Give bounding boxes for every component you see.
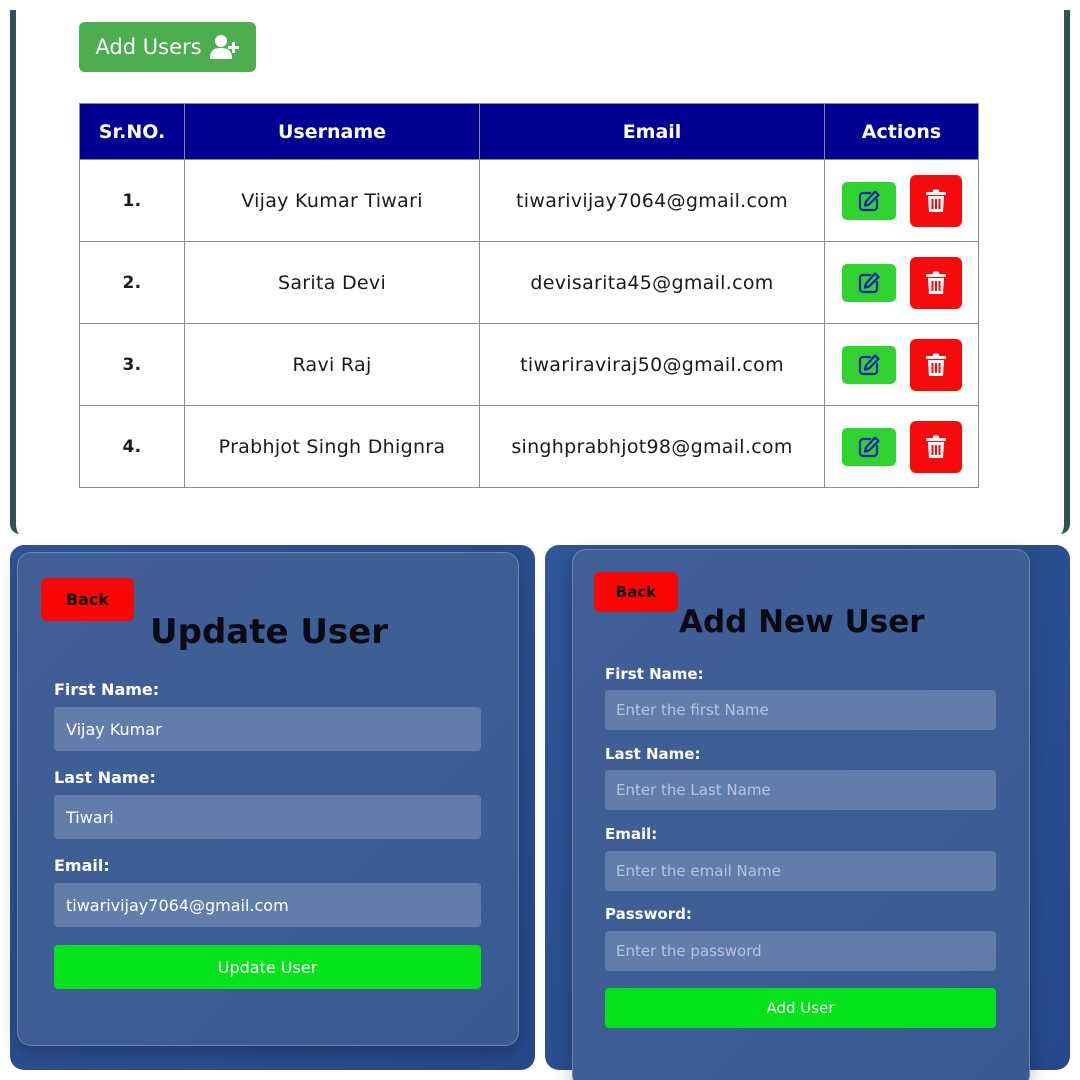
- row-actions: [824, 323, 979, 406]
- add-email-label: Email:: [605, 825, 658, 843]
- trash-icon: [925, 271, 946, 294]
- update-back-button[interactable]: Back: [41, 578, 134, 621]
- edit-button[interactable]: [841, 181, 896, 220]
- update-first-name-field[interactable]: [54, 707, 481, 751]
- add-user-button[interactable]: Add User: [605, 988, 996, 1028]
- update-form-title: Update User: [150, 612, 389, 652]
- row-actions: [824, 241, 979, 324]
- trash-icon: [925, 189, 946, 212]
- table-row: 3. Ravi Raj tiwariraviraj50@gmail.com: [79, 323, 979, 406]
- column-header-username: Username: [184, 103, 480, 160]
- row-number: 2.: [79, 241, 185, 324]
- row-username: Sarita Devi: [184, 241, 480, 324]
- column-header-srno: Sr.NO.: [79, 103, 185, 160]
- update-first-name-label: First Name:: [54, 680, 160, 699]
- edit-button[interactable]: [841, 427, 896, 466]
- add-last-name-label: Last Name:: [605, 745, 701, 763]
- users-table: Sr.NO. Username Email Actions 1. Vijay K…: [79, 103, 979, 488]
- row-number: 1.: [79, 159, 185, 242]
- add-email-field[interactable]: [605, 851, 996, 891]
- row-email: singhprabhjot98@gmail.com: [479, 405, 825, 488]
- user-plus-icon: [209, 35, 239, 59]
- add-users-button[interactable]: Add Users: [79, 22, 256, 72]
- column-header-email: Email: [479, 103, 825, 160]
- row-email: devisarita45@gmail.com: [479, 241, 825, 324]
- delete-button[interactable]: [909, 256, 962, 309]
- edit-icon: [858, 435, 880, 457]
- row-username: Vijay Kumar Tiwari: [184, 159, 480, 242]
- table-row: 1. Vijay Kumar Tiwari tiwarivijay7064@gm…: [79, 159, 979, 242]
- add-user-button-label: Add User: [766, 999, 835, 1017]
- table-row: 2. Sarita Devi devisarita45@gmail.com: [79, 241, 979, 324]
- edit-icon: [858, 271, 880, 293]
- delete-button[interactable]: [909, 174, 962, 227]
- delete-button[interactable]: [909, 338, 962, 391]
- edit-icon: [858, 189, 880, 211]
- add-back-label: Back: [615, 583, 657, 601]
- row-number: 4.: [79, 405, 185, 488]
- table-row: 4. Prabhjot Singh Dhignra singhprabhjot9…: [79, 405, 979, 488]
- trash-icon: [925, 353, 946, 376]
- edit-button[interactable]: [841, 263, 896, 302]
- update-last-name-label: Last Name:: [54, 768, 156, 787]
- edit-button[interactable]: [841, 345, 896, 384]
- add-form-title: Add New User: [679, 604, 925, 640]
- update-back-label: Back: [65, 590, 110, 609]
- add-last-name-field[interactable]: [605, 770, 996, 810]
- table-header-row: Sr.NO. Username Email Actions: [79, 103, 979, 160]
- column-header-actions: Actions: [824, 103, 979, 160]
- row-actions: [824, 405, 979, 488]
- row-username: Ravi Raj: [184, 323, 480, 406]
- row-actions: [824, 159, 979, 242]
- update-email-field[interactable]: [54, 883, 481, 927]
- add-back-button[interactable]: Back: [594, 572, 678, 612]
- add-users-label: Add Users: [95, 35, 202, 59]
- row-username: Prabhjot Singh Dhignra: [184, 405, 480, 488]
- row-number: 3.: [79, 323, 185, 406]
- update-last-name-field[interactable]: [54, 795, 481, 839]
- row-email: tiwariraviraj50@gmail.com: [479, 323, 825, 406]
- add-first-name-field[interactable]: [605, 690, 996, 730]
- add-first-name-label: First Name:: [605, 665, 704, 683]
- trash-icon: [925, 435, 946, 458]
- update-user-button[interactable]: Update User: [54, 945, 481, 989]
- delete-button[interactable]: [909, 420, 962, 473]
- update-email-label: Email:: [54, 856, 110, 875]
- update-user-button-label: Update User: [217, 957, 318, 977]
- add-password-field[interactable]: [605, 931, 996, 971]
- edit-icon: [858, 353, 880, 375]
- row-email: tiwarivijay7064@gmail.com: [479, 159, 825, 242]
- add-password-label: Password:: [605, 905, 692, 923]
